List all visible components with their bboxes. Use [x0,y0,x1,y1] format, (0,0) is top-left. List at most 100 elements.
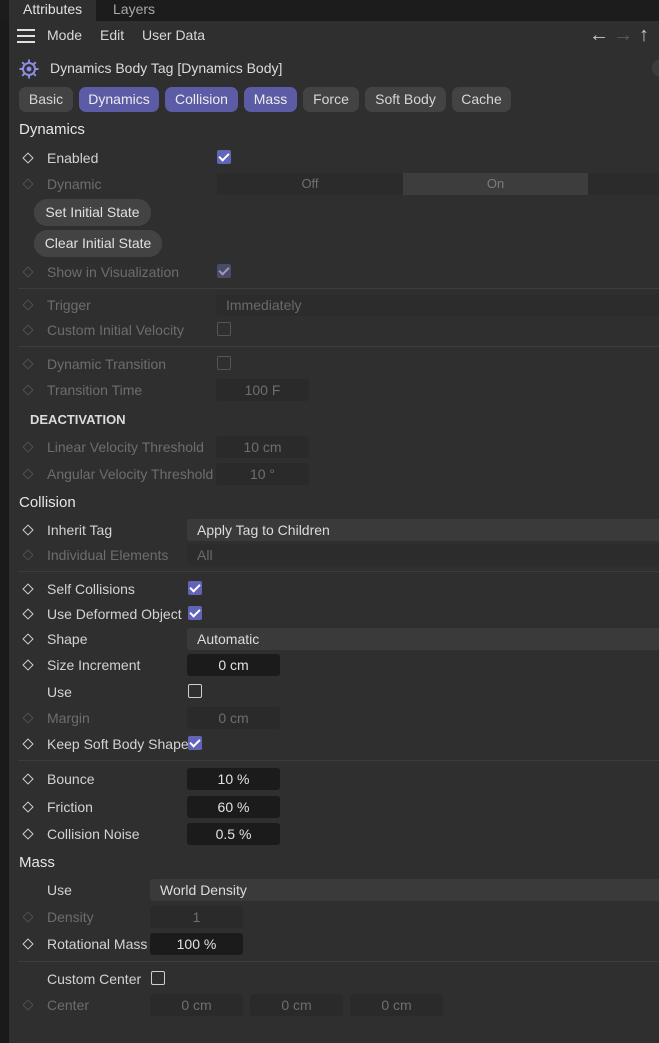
enabled-checkbox[interactable] [217,150,231,164]
tab-mass[interactable]: Mass [244,87,297,112]
tab-soft-body[interactable]: Soft Body [365,87,446,112]
row-enabled: Enabled [9,147,659,171]
friction-field[interactable]: 60 % [187,796,280,818]
transition-time-field[interactable]: 100 F [216,379,309,401]
row-density: Density 1 [9,906,659,930]
row-inherit-tag: Inherit Tag Apply Tag to Children [9,519,659,543]
row-shape: Shape Automatic [9,628,659,652]
keyframe-diamond-icon[interactable] [22,468,34,480]
inherit-tag-label: Inherit Tag [47,522,113,538]
panel-tab-bar: Attributes Layers [0,0,659,21]
title-options-icon[interactable] [652,59,659,77]
dynamics-body-tag-icon [19,59,39,79]
linear-threshold-field[interactable]: 10 cm [216,436,309,458]
row-individual-elements: Individual Elements All [9,544,659,568]
keyframe-diamond-icon[interactable] [22,608,34,620]
keyframe-diamond-icon[interactable] [22,266,34,278]
section-dynamics-heading: Dynamics [19,121,85,138]
tab-layers[interactable]: Layers [99,0,169,21]
divider [18,760,659,761]
deactivation-subheading: DEACTIVATION [30,412,126,427]
row-size-increment: Size Increment 0 cm [9,654,659,678]
dynamic-extra-option[interactable] [588,173,659,195]
density-label: Density [47,909,94,925]
tab-collision[interactable]: Collision [165,87,238,112]
row-margin: Margin 0 cm [9,707,659,731]
custom-center-checkbox[interactable] [151,971,165,985]
self-collisions-checkbox[interactable] [188,581,202,595]
center-y-field[interactable]: 0 cm [250,994,343,1016]
show-visualization-checkbox[interactable] [217,264,231,278]
margin-field[interactable]: 0 cm [187,707,280,729]
bounce-field[interactable]: 10 % [187,768,280,790]
dynamic-transition-checkbox[interactable] [217,356,231,370]
individual-elements-dropdown[interactable]: All [187,544,659,566]
keyframe-diamond-icon[interactable] [22,938,34,950]
tab-dynamics[interactable]: Dynamics [79,87,159,112]
rotational-mass-label: Rotational Mass [47,936,148,952]
row-rotational-mass: Rotational Mass 100 % [9,933,659,957]
section-mass-heading: Mass [19,854,55,871]
density-field[interactable]: 1 [150,906,243,928]
dynamic-on-option[interactable]: On [403,173,588,195]
keyframe-diamond-icon[interactable] [22,384,34,396]
keyframe-diamond-icon[interactable] [22,773,34,785]
menu-user-data[interactable]: User Data [142,27,205,43]
mass-use-dropdown[interactable]: World Density [150,879,659,901]
row-use-margin: Use [9,681,659,705]
keyframe-diamond-icon[interactable] [22,633,34,645]
clear-initial-state-button[interactable]: Clear Initial State [34,230,162,257]
inherit-tag-dropdown[interactable]: Apply Tag to Children [187,519,659,541]
tab-attributes[interactable]: Attributes [9,0,97,21]
keyframe-diamond-icon[interactable] [22,524,34,536]
rotational-mass-field[interactable]: 100 % [150,933,243,955]
object-title: Dynamics Body Tag [Dynamics Body] [50,60,283,76]
keyframe-diamond-icon[interactable] [22,911,34,923]
collision-noise-field[interactable]: 0.5 % [187,823,280,845]
keyframe-diamond-icon[interactable] [22,828,34,840]
custom-velocity-checkbox[interactable] [217,322,231,336]
keep-soft-body-checkbox[interactable] [188,736,202,750]
keyframe-diamond-icon[interactable] [22,999,34,1011]
keyframe-diamond-icon[interactable] [22,738,34,750]
tab-force[interactable]: Force [303,87,359,112]
keyframe-diamond-icon[interactable] [22,299,34,311]
row-show-in-visualization: Show in Visualization [9,261,659,285]
dynamic-transition-label: Dynamic Transition [47,356,167,372]
keyframe-diamond-icon[interactable] [22,549,34,561]
center-x-field[interactable]: 0 cm [150,994,243,1016]
tab-cache[interactable]: Cache [452,87,511,112]
keyframe-diamond-icon[interactable] [22,152,34,164]
keyframe-diamond-icon[interactable] [22,583,34,595]
tab-basic[interactable]: Basic [19,87,73,112]
keyframe-diamond-icon[interactable] [22,801,34,813]
back-arrow-icon[interactable]: ← [589,24,609,47]
keyframe-diamond-icon[interactable] [22,178,34,190]
hamburger-menu-icon[interactable] [17,29,35,43]
trigger-dropdown[interactable]: Immediately [216,294,659,316]
row-use-deformed-object: Use Deformed Object [9,603,659,627]
center-label: Center [47,997,90,1013]
use-margin-checkbox[interactable] [188,684,202,698]
left-edge [0,0,9,1043]
keyframe-diamond-icon[interactable] [22,441,34,453]
menu-edit[interactable]: Edit [100,27,124,43]
keyframe-diamond-icon[interactable] [22,659,34,671]
shape-dropdown[interactable]: Automatic [187,628,659,650]
keyframe-diamond-icon[interactable] [22,358,34,370]
dynamic-off-option[interactable]: Off [217,173,403,195]
forward-arrow-icon[interactable]: → [613,24,633,47]
size-increment-field[interactable]: 0 cm [187,654,280,676]
menu-mode[interactable]: Mode [47,27,82,43]
set-initial-state-button[interactable]: Set Initial State [34,199,151,226]
up-arrow-icon[interactable]: ↑ [639,24,649,47]
center-z-field[interactable]: 0 cm [350,994,443,1016]
collision-noise-label: Collision Noise [47,826,140,842]
row-self-collisions: Self Collisions [9,578,659,602]
use-deformed-checkbox[interactable] [188,606,202,620]
keyframe-diamond-icon[interactable] [22,712,34,724]
divider [18,571,659,572]
row-center: Center 0 cm 0 cm 0 cm [9,994,659,1018]
angular-threshold-field[interactable]: 10 ° [216,463,309,485]
keyframe-diamond-icon[interactable] [22,324,34,336]
